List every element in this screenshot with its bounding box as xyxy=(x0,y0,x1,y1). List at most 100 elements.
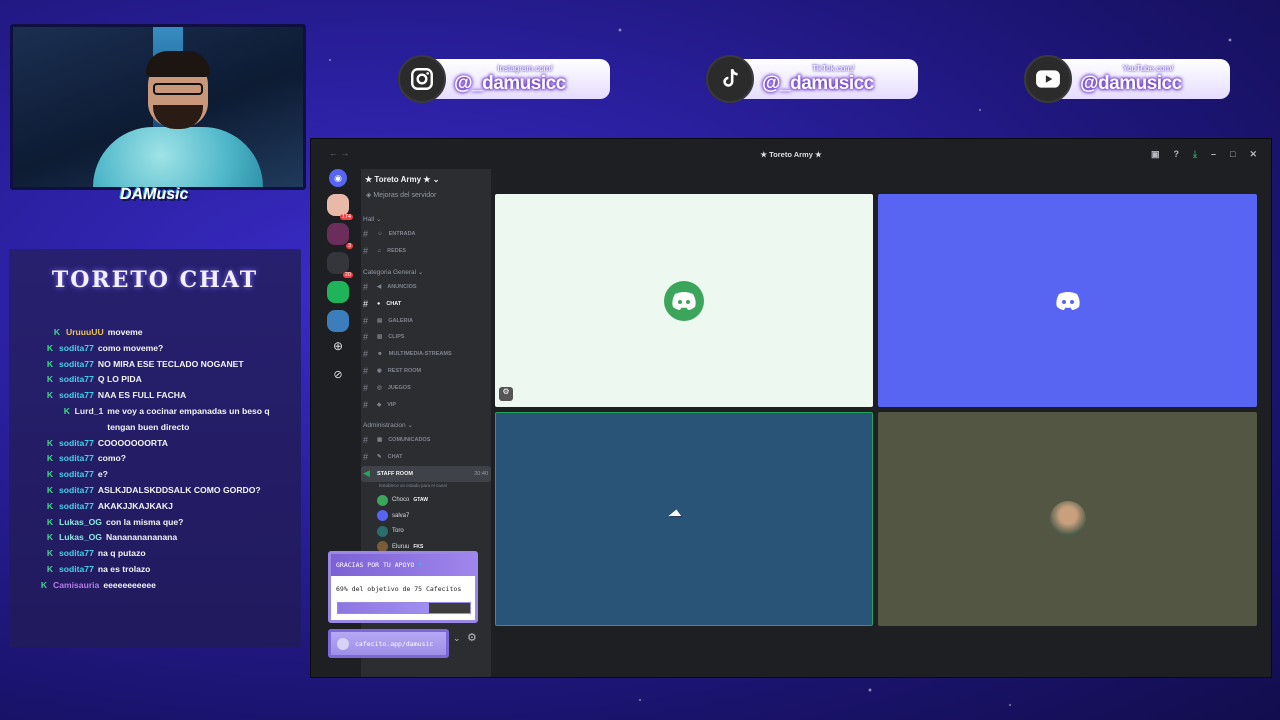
social-instagram[interactable]: Instagram.com/ @_damusicc xyxy=(398,54,610,104)
voice-member[interactable]: Choco GTAW xyxy=(361,492,491,508)
chat-message: K Camisauria eeeeeeeeeee xyxy=(19,578,295,594)
server-icon[interactable]: 3 xyxy=(327,223,353,249)
server-folder-icon[interactable]: 20 xyxy=(327,252,353,278)
voice-channel-staff-room[interactable]: ◀ STAFF ROOM 20:40 xyxy=(361,465,491,483)
close-icon[interactable]: ✕ xyxy=(1249,149,1257,160)
chat-username[interactable]: sodita77 xyxy=(59,483,94,499)
hash-icon: # xyxy=(363,365,369,376)
cafecito-link[interactable]: cafecito.app/damusic xyxy=(328,629,449,658)
channel-category[interactable]: Administracion ⌄ xyxy=(361,413,491,432)
server-icon[interactable] xyxy=(327,281,349,303)
participant-tile[interactable] xyxy=(878,194,1257,407)
chat-username[interactable]: UruuuUU xyxy=(66,325,104,341)
add-server-icon[interactable]: ⊕ xyxy=(327,339,349,361)
chat-username[interactable]: sodita77 xyxy=(59,341,94,357)
help-icon[interactable]: ? xyxy=(1174,149,1180,160)
chat-message: Ksodita77 NAA ES FULL FACHA xyxy=(19,388,295,404)
explore-icon[interactable]: ⊘ xyxy=(327,368,349,390)
chat-username[interactable]: sodita77 xyxy=(59,499,94,515)
chat-username[interactable]: sodita77 xyxy=(59,388,94,404)
channel-item[interactable]: # ☺ ENTRADA xyxy=(361,226,491,243)
chat-message: Ksodita77 Q LO PIDA xyxy=(19,372,295,388)
channel-item[interactable]: # ● CHAT xyxy=(361,295,491,312)
server-name[interactable]: ★ Toreto Army ★ ⌄ xyxy=(361,169,491,189)
chat-text: NAA ES FULL FACHA xyxy=(97,390,187,401)
chat-text: Nanananananana xyxy=(106,532,178,543)
social-url: YouTube.com/ xyxy=(1122,63,1174,73)
channel-item[interactable]: # ▧ CLIPS xyxy=(361,329,491,346)
donation-title: GRACIAS POR TU APOYO xyxy=(336,561,415,569)
maximize-icon[interactable]: □ xyxy=(1230,149,1235,160)
gear-icon[interactable]: ⚙ xyxy=(467,631,477,644)
chat-text: con la misma que? xyxy=(106,516,184,527)
chat-message: Ksodita77 na q putazo xyxy=(19,546,295,562)
kick-badge-icon: K xyxy=(46,532,54,543)
donation-widget: GRACIAS POR TU APOYO ♥ 69% del objetivo d… xyxy=(328,551,478,623)
voice-member[interactable]: salva7 xyxy=(361,508,491,524)
chat-message-list: K UruuuUU moveme Ksodita77 como moveme? Ksodi… xyxy=(19,325,295,594)
server-icon[interactable]: 174 xyxy=(327,194,353,220)
chat-username[interactable]: Lurd_1 xyxy=(75,404,104,436)
chat-username[interactable]: Lukas_OG xyxy=(59,515,102,531)
channel-item[interactable]: # ◉ REST ROOM xyxy=(361,363,491,380)
chat-username[interactable]: sodita77 xyxy=(59,546,94,562)
speaker-icon: ◀ xyxy=(363,468,370,479)
participant-tile[interactable] xyxy=(878,412,1257,626)
kick-badge-icon: K xyxy=(46,342,54,353)
kick-badge-icon: K xyxy=(46,437,54,448)
channel-category[interactable]: Categoria General ⌄ xyxy=(361,260,491,279)
kick-badge-icon: K xyxy=(46,563,54,574)
back-arrow-icon[interactable]: ← → xyxy=(329,148,350,158)
chat-text: moveme xyxy=(107,327,143,337)
tiktok-icon xyxy=(706,55,754,103)
minimize-icon[interactable]: – xyxy=(1211,149,1216,160)
channel-item[interactable]: # ◀ ANUNCIOS xyxy=(361,279,491,296)
inbox-icon[interactable]: ▣ xyxy=(1151,149,1160,160)
stream-settings-icon[interactable]: ⚙ xyxy=(499,387,513,401)
channel-item[interactable]: # ✎ CHAT xyxy=(361,449,491,466)
channel-item[interactable]: # ◎ JUEGOS xyxy=(361,379,491,396)
chat-text: AKAKJJKAJKAKJ xyxy=(97,500,173,511)
chat-username[interactable]: sodita77 xyxy=(59,357,94,373)
participant-tile-speaking[interactable]: ◢◣ xyxy=(495,412,873,626)
chat-username[interactable]: sodita77 xyxy=(59,436,94,452)
youtube-icon xyxy=(1024,55,1072,103)
channel-item[interactable]: # ▦ COMUNICADOS xyxy=(361,432,491,449)
chat-title: TORETO CHAT xyxy=(51,267,259,293)
channel-item[interactable]: # ☻ MULTIMEDIA-STREAMS xyxy=(361,346,491,363)
chat-message: Ksodita77 como? xyxy=(19,451,295,467)
channel-emoji-icon: ☻ xyxy=(377,351,383,358)
social-handle: @_damusicc xyxy=(762,72,874,94)
channel-item[interactable]: # ♫ REDES xyxy=(361,243,491,260)
download-icon[interactable]: ⤓ xyxy=(1193,149,1197,160)
participant-tile[interactable]: ⚙ xyxy=(495,194,873,407)
chat-username[interactable]: sodita77 xyxy=(59,562,94,578)
chat-username[interactable]: sodita77 xyxy=(59,451,94,467)
server-boost[interactable]: ◈ Mejoras del servidor xyxy=(361,189,491,207)
chevron-down-icon[interactable]: ⌄ xyxy=(453,633,461,644)
cafecito-url: cafecito.app/damusic xyxy=(355,639,434,648)
discord-home-icon[interactable]: ◉ xyxy=(329,169,347,187)
avatar xyxy=(377,494,388,506)
channel-emoji-icon: ✎ xyxy=(377,454,382,461)
chat-message: Ksodita77 ASLKJDALSKDDSALK COMO GORDO? xyxy=(19,483,295,499)
webcam-feed xyxy=(10,24,306,190)
chat-panel: TORETO CHAT K UruuuUU moveme Ksodita77 como … xyxy=(9,249,301,647)
voice-channel-status[interactable]: Establece un estado para el canal xyxy=(361,482,491,492)
chat-username[interactable]: Lukas_OG xyxy=(59,530,102,546)
voice-member[interactable]: Toro xyxy=(361,523,491,539)
channel-emoji-icon: ♫ xyxy=(377,248,382,255)
chat-text: como? xyxy=(97,453,127,464)
chat-text: ASLKJDALSKDDSALK COMO GORDO? xyxy=(97,484,261,495)
channel-item[interactable]: # ▤ GALERIA xyxy=(361,312,491,329)
kick-badge-icon: K xyxy=(53,327,61,337)
server-icon-active[interactable] xyxy=(327,310,349,332)
channel-category[interactable]: Hall ⌄ xyxy=(361,207,491,226)
channel-item[interactable]: # ◆ VIP xyxy=(361,396,491,413)
chat-username[interactable]: Camisauria xyxy=(53,578,99,594)
chat-username[interactable]: sodita77 xyxy=(59,467,94,483)
social-youtube[interactable]: YouTube.com/ @damusicc xyxy=(1024,54,1230,104)
chat-message: Ksodita77 como moveme? xyxy=(19,341,295,357)
chat-username[interactable]: sodita77 xyxy=(59,372,94,388)
social-tiktok[interactable]: TikTok.com/ @_damusicc xyxy=(706,54,918,104)
